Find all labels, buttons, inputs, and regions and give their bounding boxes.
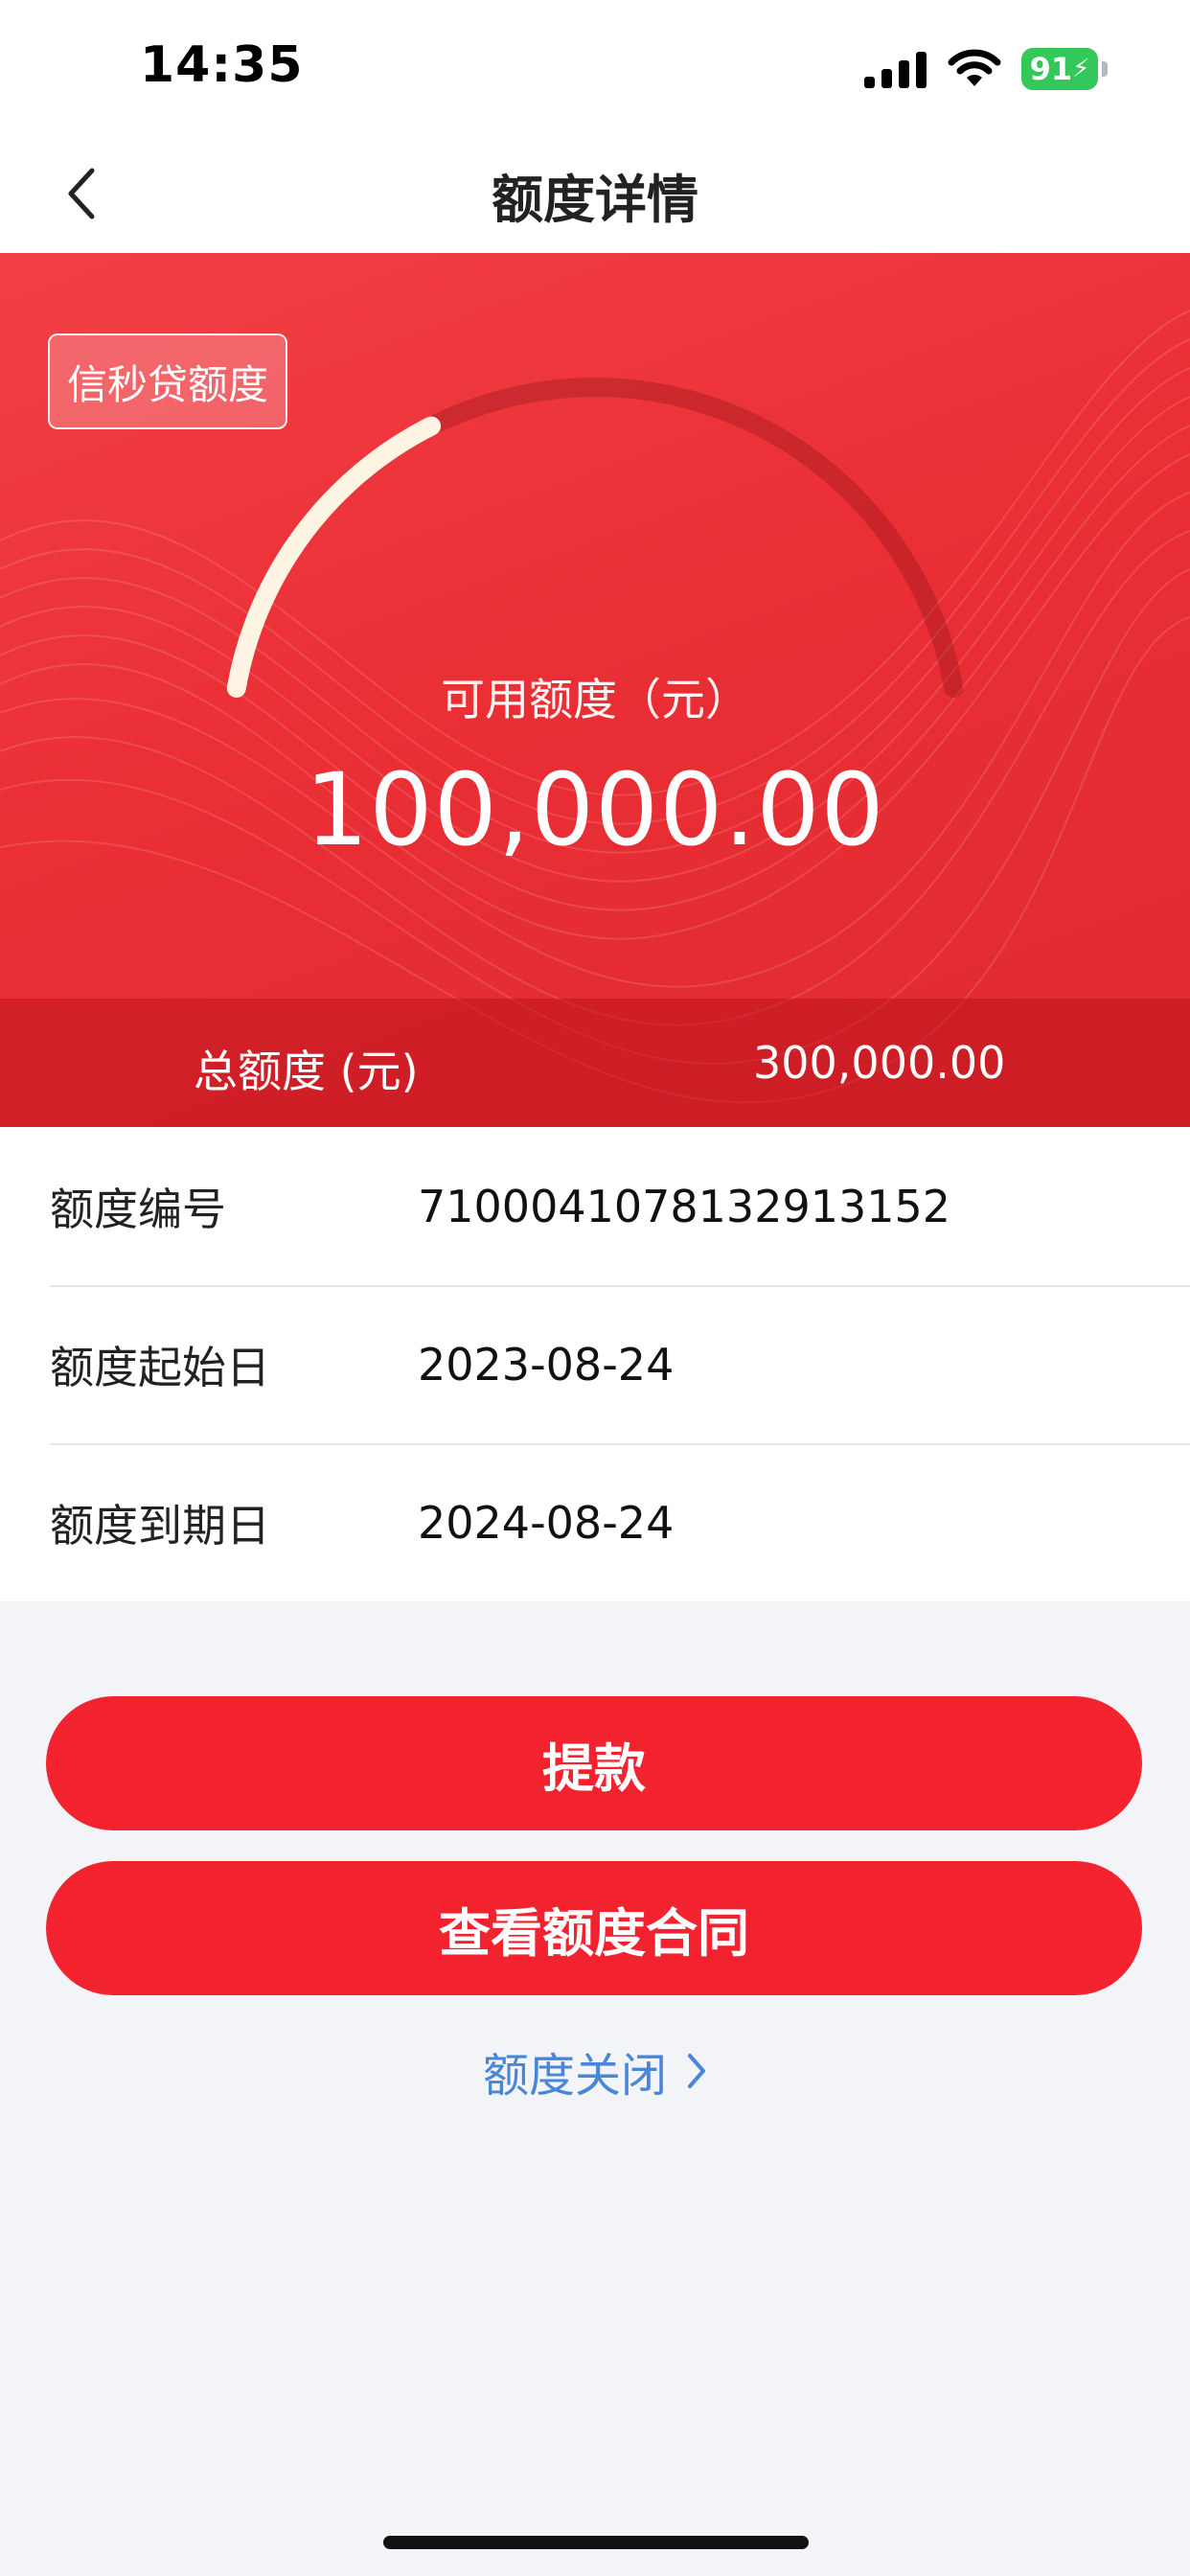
info-value: 2024-08-24 bbox=[418, 1496, 675, 1549]
info-label: 额度编号 bbox=[50, 1183, 226, 1235]
info-row-quota-number: 额度编号 7100041078132913152 bbox=[50, 1127, 1190, 1287]
available-quota-amount: 100,000.00 bbox=[305, 751, 885, 868]
view-contract-button[interactable]: 查看额度合同 bbox=[46, 1861, 1142, 1995]
chevron-right-icon bbox=[688, 2054, 705, 2088]
info-row-start-date: 额度起始日 2023-08-24 bbox=[50, 1285, 1190, 1445]
total-quota-label: 总额度 (元) bbox=[194, 1046, 419, 1097]
close-quota-label: 额度关闭 bbox=[482, 2049, 667, 2103]
battery-level: 91 bbox=[1029, 51, 1073, 87]
info-label: 额度起始日 bbox=[50, 1341, 270, 1393]
battery-icon: 91 ⚡ bbox=[1021, 48, 1108, 90]
info-value: 2023-08-24 bbox=[418, 1338, 675, 1391]
quota-info-list: 额度编号 7100041078132913152 额度起始日 2023-08-2… bbox=[0, 1127, 1190, 1601]
info-value: 7100041078132913152 bbox=[418, 1180, 951, 1232]
status-time: 14:35 bbox=[140, 36, 304, 94]
wifi-icon bbox=[948, 49, 1001, 86]
status-icons: 91 ⚡ bbox=[864, 44, 1108, 94]
available-quota-label: 可用额度（元） bbox=[441, 674, 749, 725]
gauge-progress bbox=[226, 416, 442, 698]
total-quota-bar: 总额度 (元) 300,000.00 bbox=[0, 999, 1190, 1127]
cellular-signal-icon bbox=[864, 52, 927, 88]
quota-hero-card: 信秒贷额度 可用额度（元） 100,000.00 总额度 (元) 300,000… bbox=[0, 253, 1190, 1127]
close-quota-link[interactable]: 额度关闭 bbox=[0, 2037, 1190, 2104]
page-title: 额度详情 bbox=[492, 170, 698, 230]
withdraw-button[interactable]: 提款 bbox=[46, 1696, 1142, 1830]
home-indicator bbox=[383, 2536, 809, 2549]
info-label: 额度到期日 bbox=[50, 1499, 270, 1552]
info-row-end-date: 额度到期日 2024-08-24 bbox=[50, 1443, 1190, 1601]
status-bar: 14:35 91 ⚡ bbox=[0, 0, 1190, 134]
total-quota-value: 300,000.00 bbox=[753, 1037, 1006, 1089]
nav-bar: 额度详情 bbox=[0, 134, 1190, 253]
